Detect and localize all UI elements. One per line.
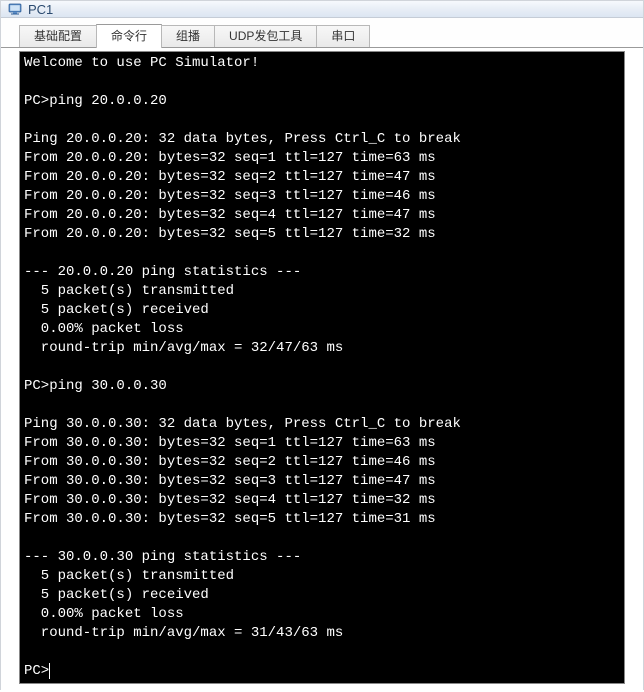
tab-bar: 基础配置 命令行 组播 UDP发包工具 串口 bbox=[1, 24, 643, 48]
tab-cli[interactable]: 命令行 bbox=[96, 24, 162, 48]
pc-icon bbox=[7, 1, 23, 17]
terminal-line: From 20.0.0.20: bytes=32 seq=4 ttl=127 t… bbox=[24, 206, 620, 225]
terminal-line: From 20.0.0.20: bytes=32 seq=3 ttl=127 t… bbox=[24, 187, 620, 206]
terminal-line: PC>ping 30.0.0.30 bbox=[24, 377, 620, 396]
window-title: PC1 bbox=[28, 2, 53, 17]
content-area: 基础配置 命令行 组播 UDP发包工具 串口 Welcome to use PC… bbox=[1, 18, 643, 692]
cursor-icon bbox=[49, 663, 50, 679]
terminal-line bbox=[24, 73, 620, 92]
tab-udp-tool[interactable]: UDP发包工具 bbox=[214, 25, 317, 48]
terminal-line bbox=[24, 396, 620, 415]
terminal-prompt-line[interactable]: PC> bbox=[24, 662, 620, 681]
terminal-line: Welcome to use PC Simulator! bbox=[24, 54, 620, 73]
terminal-line: round-trip min/avg/max = 32/47/63 ms bbox=[24, 339, 620, 358]
terminal-line bbox=[24, 111, 620, 130]
terminal-line bbox=[24, 358, 620, 377]
tab-basic-config[interactable]: 基础配置 bbox=[19, 25, 97, 48]
terminal-line: --- 30.0.0.30 ping statistics --- bbox=[24, 548, 620, 567]
terminal-line: From 30.0.0.30: bytes=32 seq=4 ttl=127 t… bbox=[24, 491, 620, 510]
terminal-line: 0.00% packet loss bbox=[24, 320, 620, 339]
terminal-line: --- 20.0.0.20 ping statistics --- bbox=[24, 263, 620, 282]
terminal-line: Ping 20.0.0.20: 32 data bytes, Press Ctr… bbox=[24, 130, 620, 149]
simulator-window: PC1 基础配置 命令行 组播 UDP发包工具 串口 Welcome to us… bbox=[0, 0, 644, 690]
terminal-panel: Welcome to use PC Simulator! PC>ping 20.… bbox=[1, 47, 643, 692]
terminal-line: From 20.0.0.20: bytes=32 seq=2 ttl=127 t… bbox=[24, 168, 620, 187]
terminal-line bbox=[24, 529, 620, 548]
terminal-line: 5 packet(s) transmitted bbox=[24, 282, 620, 301]
terminal-output[interactable]: Welcome to use PC Simulator! PC>ping 20.… bbox=[19, 51, 625, 684]
terminal-line: From 30.0.0.30: bytes=32 seq=2 ttl=127 t… bbox=[24, 453, 620, 472]
tab-serial[interactable]: 串口 bbox=[316, 25, 370, 48]
terminal-line: From 30.0.0.30: bytes=32 seq=3 ttl=127 t… bbox=[24, 472, 620, 491]
terminal-line: 5 packet(s) transmitted bbox=[24, 567, 620, 586]
terminal-line: 0.00% packet loss bbox=[24, 605, 620, 624]
terminal-line: round-trip min/avg/max = 31/43/63 ms bbox=[24, 624, 620, 643]
terminal-line: 5 packet(s) received bbox=[24, 301, 620, 320]
terminal-line: Ping 30.0.0.30: 32 data bytes, Press Ctr… bbox=[24, 415, 620, 434]
terminal-line: 5 packet(s) received bbox=[24, 586, 620, 605]
terminal-line: From 30.0.0.30: bytes=32 seq=1 ttl=127 t… bbox=[24, 434, 620, 453]
terminal-prompt: PC> bbox=[24, 662, 49, 681]
terminal-line: From 30.0.0.30: bytes=32 seq=5 ttl=127 t… bbox=[24, 510, 620, 529]
terminal-line: From 20.0.0.20: bytes=32 seq=5 ttl=127 t… bbox=[24, 225, 620, 244]
terminal-line: From 20.0.0.20: bytes=32 seq=1 ttl=127 t… bbox=[24, 149, 620, 168]
terminal-line: PC>ping 20.0.0.20 bbox=[24, 92, 620, 111]
terminal-line bbox=[24, 244, 620, 263]
tab-multicast[interactable]: 组播 bbox=[161, 25, 215, 48]
terminal-line bbox=[24, 643, 620, 662]
titlebar: PC1 bbox=[1, 1, 643, 18]
